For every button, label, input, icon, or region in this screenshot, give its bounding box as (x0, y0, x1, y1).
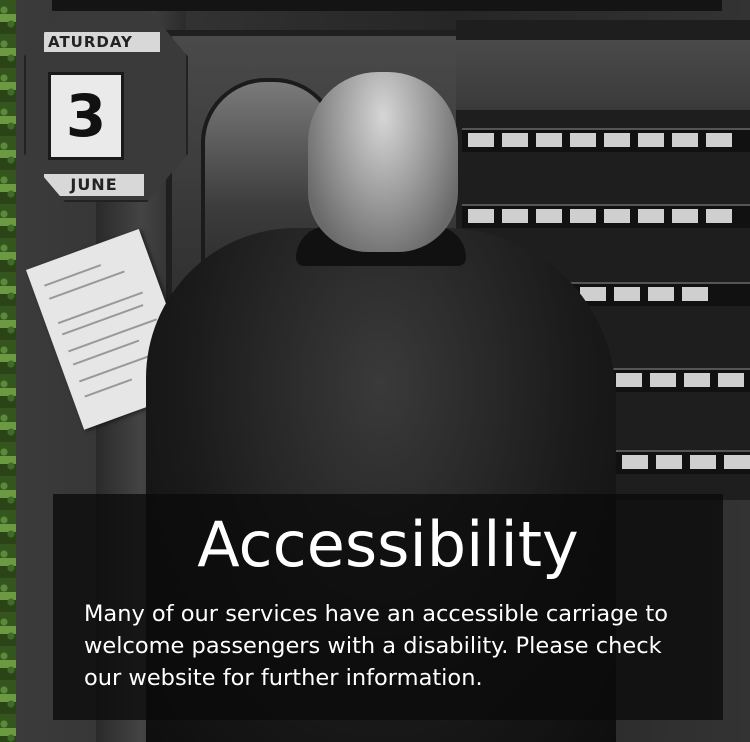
rack-label (604, 133, 630, 147)
rack-label (684, 373, 710, 387)
rack-label (656, 455, 682, 469)
date-number: 3 (48, 72, 124, 160)
rack-label (648, 287, 674, 301)
caption-body: Many of our services have an accessible … (84, 601, 668, 691)
rack-label (638, 209, 664, 223)
rack-label (616, 373, 642, 387)
ticket-rack-row (616, 450, 750, 474)
notice-line (48, 270, 125, 300)
top-overlay-bar (52, 0, 722, 11)
rack-label (570, 209, 596, 223)
rack-label (724, 455, 750, 469)
rack-label (536, 133, 562, 147)
rack-label (638, 133, 664, 147)
rack-label (614, 287, 640, 301)
date-display-board: ATURDAY 3 JUNE (24, 8, 188, 202)
rack-label (690, 455, 716, 469)
rack-label (536, 209, 562, 223)
ticket-rack-row (610, 368, 750, 392)
rack-label (718, 373, 744, 387)
ticket-rack-row (462, 128, 750, 152)
notice-line (61, 304, 144, 336)
rack-label (672, 209, 698, 223)
ticket-rack-row (462, 204, 750, 228)
caption-title: Accessibility (197, 508, 579, 581)
rack-label (706, 133, 732, 147)
rack-label (604, 209, 630, 223)
rack-label (650, 373, 676, 387)
hedge-strip (0, 0, 16, 742)
rack-label (502, 133, 528, 147)
notice-line (84, 378, 133, 398)
rack-label (672, 133, 698, 147)
ticket-rack-top (456, 40, 750, 110)
notice-line (68, 318, 158, 353)
person-head (308, 72, 458, 252)
date-month-label: JUNE (44, 174, 144, 196)
rack-label (682, 287, 708, 301)
rack-label (570, 133, 596, 147)
rack-label (622, 455, 648, 469)
rack-label (706, 209, 732, 223)
caption-overlay: Accessibility Many of our services have … (53, 494, 723, 720)
page: ATURDAY 3 JUNE Accessibility Many of our… (0, 0, 750, 742)
date-day-label: ATURDAY (44, 32, 160, 52)
rack-label (468, 133, 494, 147)
rack-label (502, 209, 528, 223)
rack-label (468, 209, 494, 223)
